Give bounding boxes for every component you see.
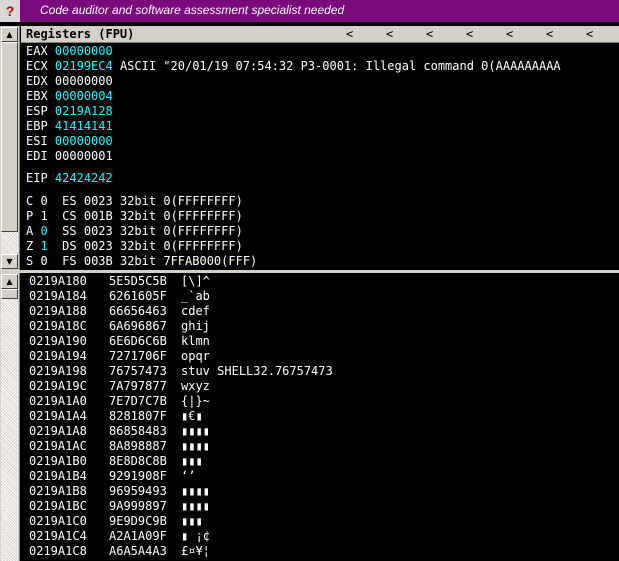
scroll-down-button[interactable]: ▼ [1,254,18,269]
dump-row[interactable]: 0219A18C 6A696867 ghij [29,319,210,334]
dump-row[interactable]: 0219A19C 7A797877 wxyz [29,379,210,394]
banner-message: Code auditor and software assessment spe… [40,3,345,17]
register-row[interactable]: EDX 00000000 [26,74,113,89]
eip-row[interactable]: EIP 42424242 [26,171,113,186]
dump-row[interactable]: 0219A194 7271706F opqr [29,349,210,364]
flag-row[interactable]: S 0 FS 003B 32bit 7FFAB000(FFF) [26,254,257,269]
dump-row[interactable]: 0219A1C4 A2A1A09F ▮ ¡¢ [29,529,210,544]
dump-row[interactable]: 0219A188 66656463 cdef [29,304,210,319]
chevron-left-icon[interactable]: < [506,26,513,42]
dump-row[interactable]: 0219A1B8 96959493 ▮▮▮▮ [29,484,210,499]
scroll-thumb[interactable] [1,42,18,232]
dump-row[interactable]: 0219A1A4 8281807F ▮€▮ [29,409,203,424]
register-row[interactable]: ESI 00000000 [26,134,113,149]
help-icon[interactable]: ? [0,0,20,22]
registers-header: Registers (FPU) < < < < < < < [21,26,619,43]
scroll-up-button[interactable]: ▲ [1,274,18,289]
register-row[interactable]: EBP 41414141 [26,119,113,134]
dump-row[interactable]: 0219A1B0 8E8D8C8B ▮▮▮ [29,454,203,469]
register-row[interactable]: EBX 00000004 [26,89,113,104]
scroll-up-button[interactable]: ▲ [1,27,18,42]
flag-row[interactable]: P 1 CS 001B 32bit 0(FFFFFFFF) [26,209,243,224]
chevron-left-icon[interactable]: < [386,26,393,42]
dump-row[interactable]: 0219A1B4 9291908F ‘’ [29,469,195,484]
scroll-track[interactable] [1,289,18,561]
dump-comment: SHELL32.76757473 [217,364,333,378]
dump-row[interactable]: 0219A184 6261605F _`ab [29,289,210,304]
chevron-left-icon[interactable]: < [346,26,353,42]
registers-title: Registers (FPU) [26,27,135,41]
flag-row[interactable]: C 0 ES 0023 32bit 0(FFFFFFFF) [26,194,243,209]
chevron-left-icon[interactable]: < [546,26,553,42]
register-row[interactable]: EDI 00000001 [26,149,113,164]
memory-dump-pane[interactable]: 0219A180 5E5D5C5B [\]^ 0219A184 6261605F _`a… [21,273,619,561]
dump-row[interactable]: 0219A1AC 8A898887 ▮▮▮▮ [29,439,210,454]
scroll-thumb[interactable] [1,289,18,299]
chevron-left-icon[interactable]: < [466,26,473,42]
flag-row[interactable]: A 0 SS 0023 32bit 0(FFFFFFFF) [26,224,243,239]
register-row[interactable]: EAX 00000000 [26,44,113,59]
dump-row[interactable]: 0219A1A0 7E7D7C7B {|}~ [29,394,210,409]
dump-scrollbar[interactable]: ▲ [0,273,20,561]
chevron-left-icon[interactable]: < [586,26,593,42]
dump-row[interactable]: 0219A1A8 86858483 ▮▮▮▮ [29,424,210,439]
register-row[interactable]: ECX 02199EC4 ASCII "20/01/19 07:54:32 P3… [26,59,561,74]
flag-row[interactable]: Z 1 DS 0023 32bit 0(FFFFFFFF) [26,239,243,254]
dump-row[interactable]: 0219A190 6E6D6C6B klmn [29,334,210,349]
registers-scrollbar[interactable]: ▲ ▼ [0,26,20,270]
chevron-left-icon[interactable]: < [426,26,433,42]
dump-row[interactable]: 0219A198 76757473 stuv SHELL32.76757473 [29,364,333,379]
top-banner: ? Code auditor and software assessment s… [0,0,619,22]
registers-pane[interactable]: EAX 00000000 ECX 02199EC4 ASCII "20/01/1… [21,43,619,270]
register-row[interactable]: ESP 0219A128 [26,104,113,119]
dump-row[interactable]: 0219A1C0 9E9D9C9B ▮▮▮ [29,514,203,529]
dump-row[interactable]: 0219A1C8 A6A5A4A3 £¤¥¦ [29,544,210,559]
dump-row[interactable]: 0219A1BC 9A999897 ▮▮▮▮ [29,499,210,514]
dump-row[interactable]: 0219A180 5E5D5C5B [\]^ [29,274,210,289]
